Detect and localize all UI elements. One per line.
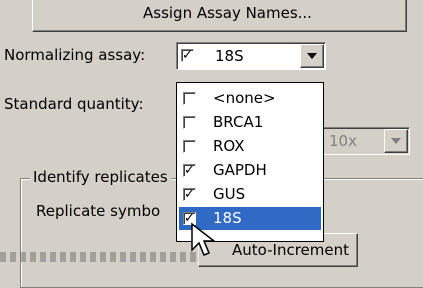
normalizing-selected-value: 18S [215, 47, 244, 65]
item-label: ROX [213, 137, 245, 155]
identify-replicates-title: Identify replicates [30, 168, 171, 186]
item-checkbox[interactable] [183, 92, 196, 105]
dilution-value: 10x [329, 132, 357, 150]
dilution-combobox[interactable]: 10x [310, 127, 410, 155]
chevron-down-icon [307, 53, 317, 59]
item-label: BRCA1 [213, 113, 264, 131]
item-checkbox[interactable] [183, 116, 196, 129]
list-item[interactable]: <none> [177, 87, 321, 110]
assign-assay-names-button[interactable]: Assign Assay Names... [32, 0, 407, 32]
list-item[interactable]: ROX [177, 135, 321, 158]
dilution-dropdown-button[interactable] [384, 129, 408, 153]
obscured-row [0, 252, 200, 262]
item-label: GAPDH [213, 161, 267, 179]
assign-assay-names-label: Assign Assay Names... [143, 4, 312, 22]
list-item[interactable]: ✓ GUS [177, 183, 321, 206]
item-checkbox[interactable] [183, 140, 196, 153]
combobox-dropdown-button[interactable] [300, 44, 324, 68]
standard-quantity-label: Standard quantity: [4, 95, 144, 113]
normalizing-assay-label: Normalizing assay: [4, 46, 146, 64]
auto-increment-label: Auto-Increment [232, 241, 349, 259]
chevron-down-icon [391, 138, 401, 144]
replicate-symbol-label: Replicate symbo [36, 202, 161, 220]
assay-dropdown-list[interactable]: <none> BRCA1 ROX ✓ GAPDH ✓ GUS ✓ 18S [176, 82, 324, 242]
normalizing-assay-combobox[interactable]: ✓ 18S [176, 42, 326, 70]
mouse-cursor-icon [191, 222, 217, 256]
normalizing-checkbox[interactable]: ✓ [181, 49, 194, 62]
item-checkbox[interactable]: ✓ [183, 164, 196, 177]
list-item[interactable]: ✓ GAPDH [177, 159, 321, 182]
list-item[interactable]: BRCA1 [177, 111, 321, 134]
item-checkbox[interactable]: ✓ [183, 188, 196, 201]
item-label: <none> [213, 89, 276, 107]
item-label: GUS [213, 185, 246, 203]
